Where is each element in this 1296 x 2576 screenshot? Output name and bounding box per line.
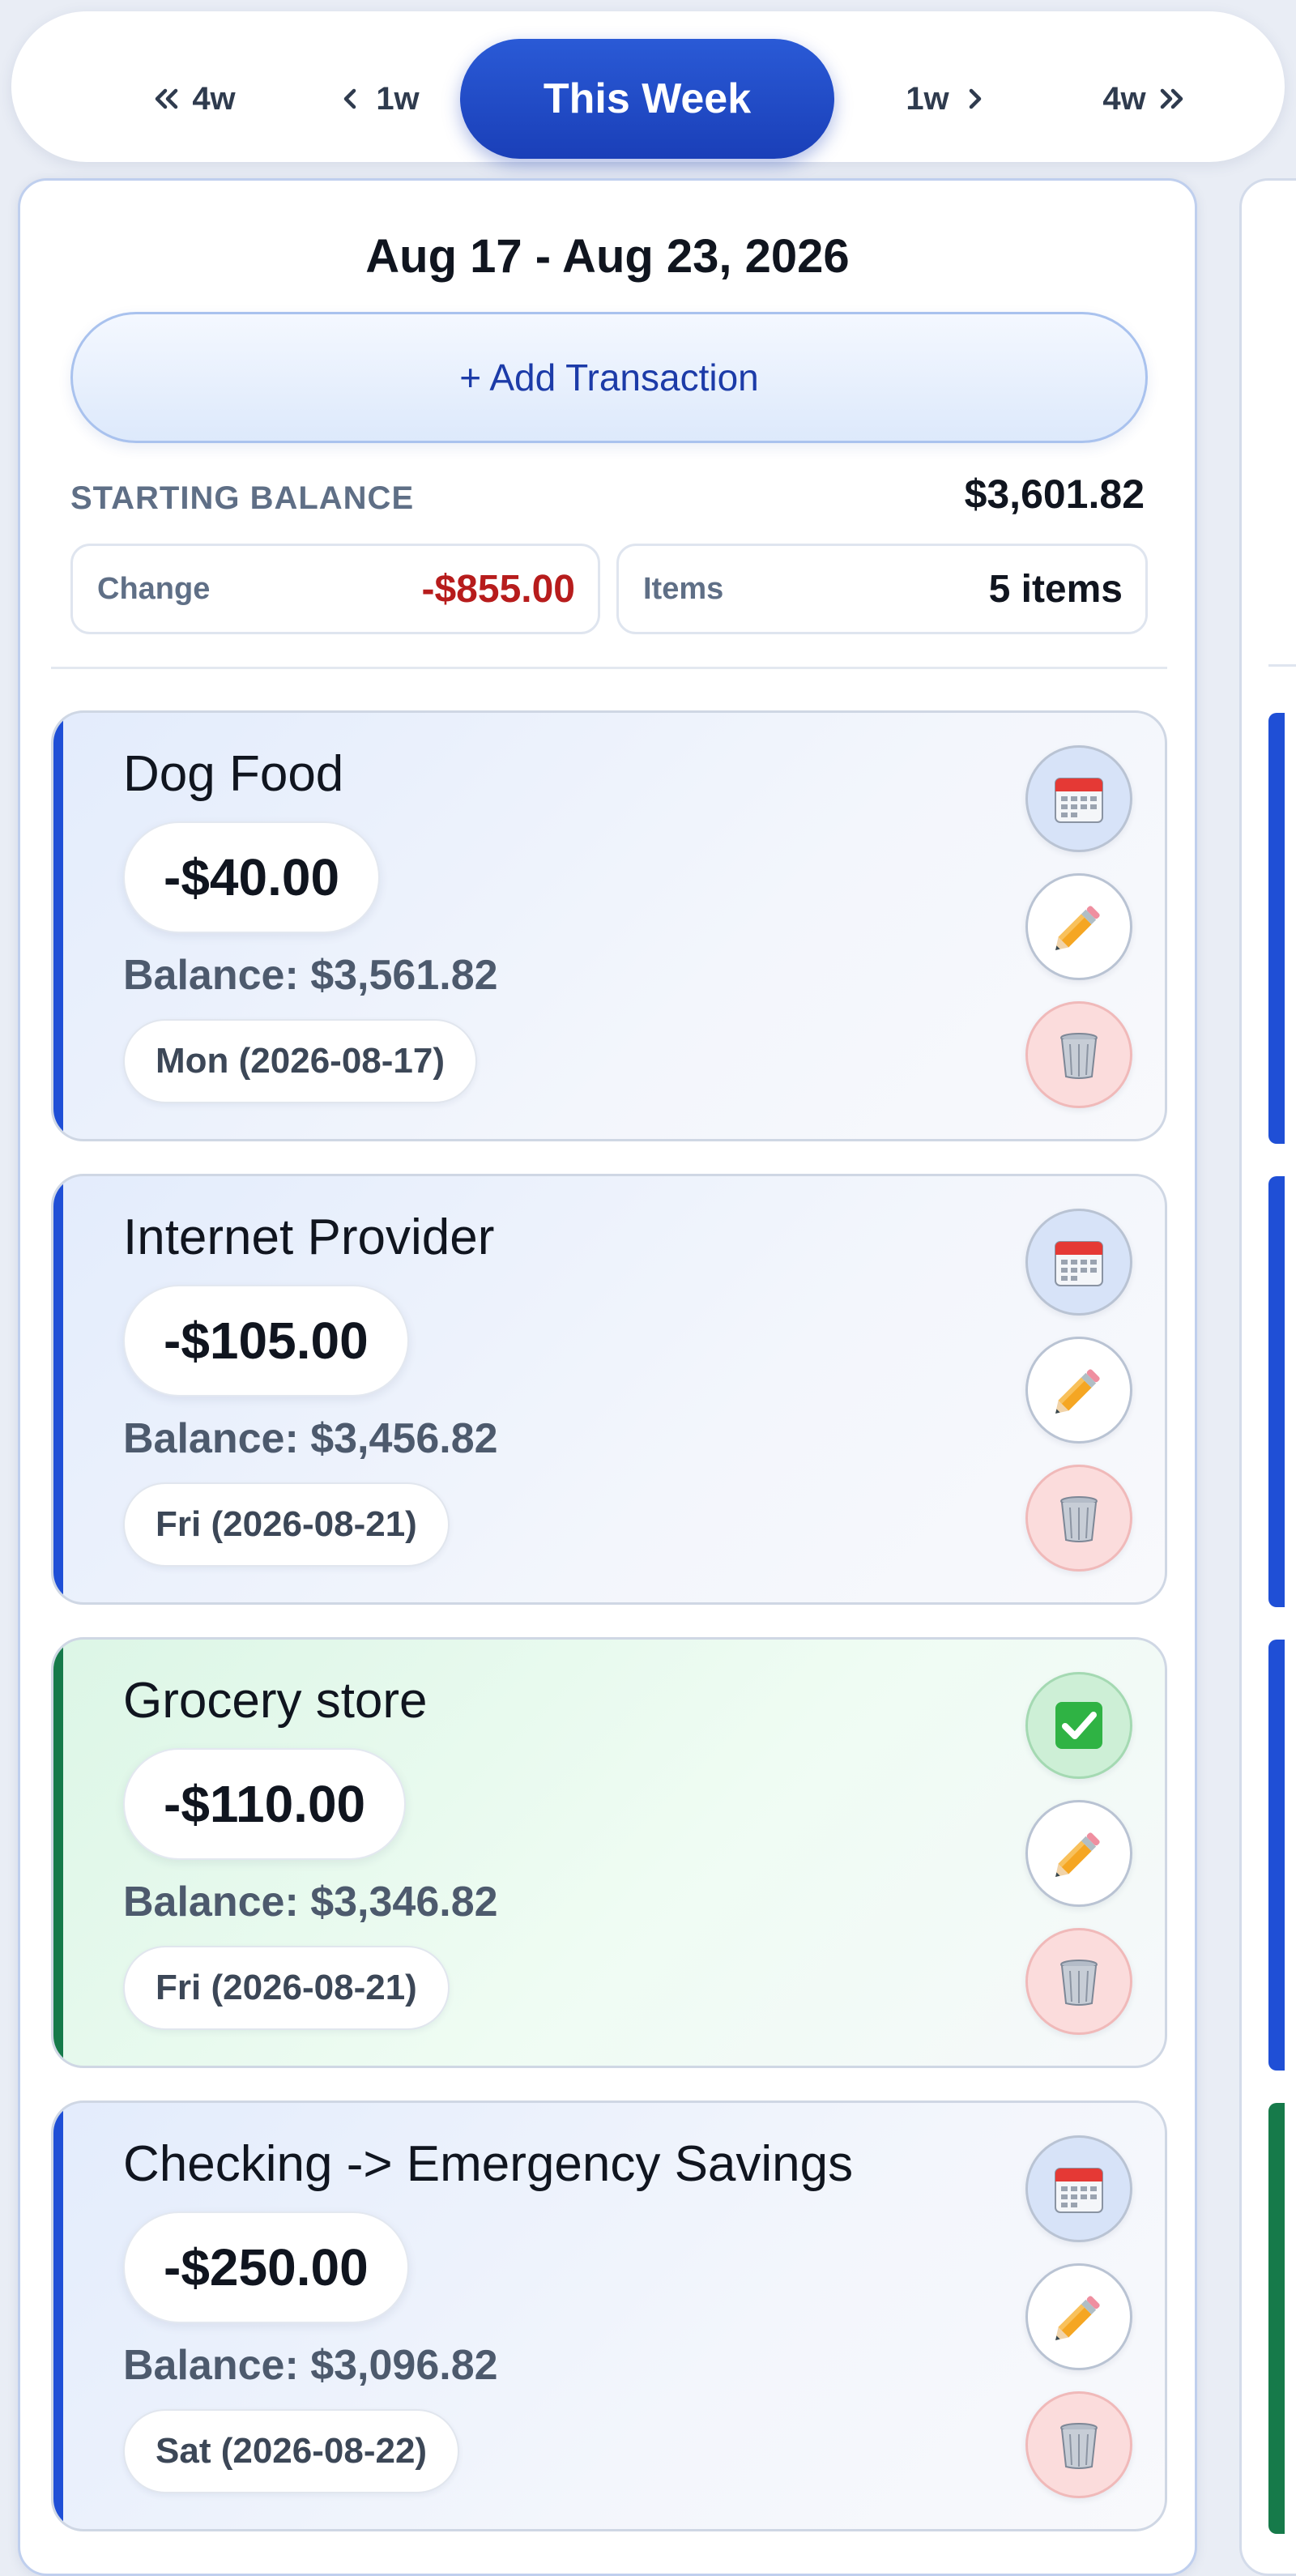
pencil-icon [1055, 2296, 1100, 2340]
completed-toggle-button[interactable] [1025, 1672, 1132, 1779]
transaction-amount: -$105.00 [123, 1285, 409, 1397]
transaction-amount: -$110.00 [123, 1748, 407, 1860]
transaction-date: Fri (2026-08-21) [123, 1946, 450, 2030]
delete-button[interactable] [1025, 1001, 1132, 1108]
trash-icon [1060, 1496, 1098, 1542]
transaction-card: Dog Food -$40.00 Balance: $3,561.82 Mon … [51, 710, 1167, 1141]
back-1-week-label: 1w [376, 80, 420, 117]
add-transaction-button[interactable]: + Add Transaction [70, 312, 1148, 443]
back-4-weeks-button[interactable]: 4w [113, 39, 274, 159]
week-navigation: 4w 1w This Week 1w 4w [11, 11, 1285, 162]
trash-icon [1060, 2423, 1098, 2469]
change-label: Change [97, 571, 211, 606]
schedule-button[interactable] [1025, 2135, 1132, 2242]
transaction-card: Grocery store -$110.00 Balance: $3,346.8… [51, 1637, 1167, 2068]
forward-4-weeks-label: 4w [1102, 80, 1146, 117]
double-chevron-left-icon [156, 88, 178, 109]
items-label: Items [643, 571, 724, 606]
this-week-button[interactable]: This Week [460, 39, 834, 159]
calendar-icon [1055, 2168, 1103, 2213]
calendar-icon [1055, 778, 1103, 823]
card-accent-bar [53, 1640, 63, 2066]
forward-1-week-button[interactable]: 1w [883, 39, 1013, 159]
transaction-name: Dog Food [123, 746, 344, 802]
next-week-card-accent [1268, 1640, 1285, 2071]
items-value: 5 items [988, 567, 1123, 611]
schedule-button[interactable] [1025, 1209, 1132, 1316]
section-divider [51, 667, 1167, 669]
next-week-card-accent [1268, 2103, 1285, 2534]
transaction-amount: -$250.00 [123, 2211, 409, 2323]
card-accent-bar [53, 2103, 63, 2529]
transaction-date: Sat (2026-08-22) [123, 2409, 460, 2493]
edit-button[interactable] [1025, 1337, 1132, 1444]
pencil-icon [1055, 1832, 1100, 1877]
double-chevron-right-icon [1160, 88, 1183, 109]
forward-1-week-label: 1w [906, 80, 949, 117]
card-accent-bar [53, 713, 63, 1139]
edit-button[interactable] [1025, 873, 1132, 980]
transaction-date: Fri (2026-08-21) [123, 1482, 450, 1567]
forward-4-weeks-button[interactable]: 4w [1064, 39, 1225, 159]
next-week-card-accent [1268, 1176, 1285, 1607]
transaction-card: Checking -> Emergency Savings -$250.00 B… [51, 2100, 1167, 2531]
trash-icon [1060, 1033, 1098, 1079]
transaction-card: Internet Provider -$105.00 Balance: $3,4… [51, 1174, 1167, 1605]
transaction-name: Checking -> Emergency Savings [123, 2136, 854, 2192]
items-stat: Items 5 items [616, 544, 1148, 634]
next-week-column [1239, 178, 1296, 2576]
chevron-left-icon [344, 88, 356, 109]
week-range-title: Aug 17 - Aug 23, 2026 [365, 230, 850, 283]
edit-button[interactable] [1025, 1800, 1132, 1907]
running-balance: Balance: $3,561.82 [123, 952, 498, 999]
next-week-card-accent [1268, 713, 1285, 1144]
back-4-weeks-label: 4w [192, 80, 236, 117]
trash-icon [1060, 1960, 1098, 2006]
running-balance: Balance: $3,456.82 [123, 1415, 498, 1462]
week-column: Aug 17 - Aug 23, 2026 + Add Transaction … [18, 178, 1197, 2576]
running-balance: Balance: $3,346.82 [123, 1879, 498, 1926]
transaction-date: Mon (2026-08-17) [123, 1019, 478, 1103]
chevron-right-icon [969, 88, 981, 109]
back-1-week-button[interactable]: 1w [313, 39, 442, 159]
card-accent-bar [53, 1176, 63, 1602]
this-week-label: This Week [543, 75, 752, 122]
edit-button[interactable] [1025, 2263, 1132, 2370]
delete-button[interactable] [1025, 1928, 1132, 2035]
transaction-amount: -$40.00 [123, 821, 381, 933]
transaction-name: Internet Provider [123, 1209, 495, 1265]
pencil-icon [1055, 906, 1100, 950]
pencil-icon [1055, 1369, 1100, 1414]
next-week-divider [1268, 664, 1296, 667]
schedule-button[interactable] [1025, 745, 1132, 852]
starting-balance-value: $3,601.82 [964, 471, 1145, 517]
checkmark-icon [1055, 1702, 1102, 1749]
transaction-name: Grocery store [123, 1673, 428, 1729]
delete-button[interactable] [1025, 1465, 1132, 1572]
starting-balance-label: STARTING BALANCE [70, 480, 415, 516]
change-value: -$855.00 [421, 567, 576, 611]
running-balance: Balance: $3,096.82 [123, 2342, 498, 2389]
calendar-icon [1055, 1241, 1103, 1286]
change-stat: Change -$855.00 [70, 544, 600, 634]
delete-button[interactable] [1025, 2391, 1132, 2498]
